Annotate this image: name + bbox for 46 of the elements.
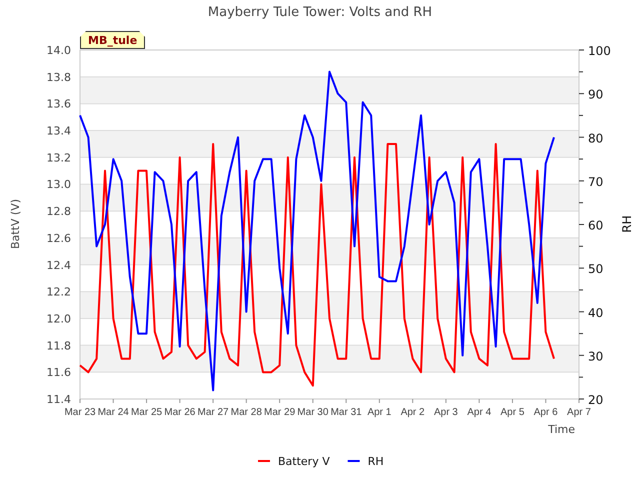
y-tick-label: 12.2 xyxy=(46,286,71,299)
y-tick-label: 13.4 xyxy=(46,124,71,138)
y-tick-label: 12.8 xyxy=(46,205,71,218)
y2-tick-label: 80 xyxy=(588,131,604,146)
y2-axis-label: RH xyxy=(620,215,634,233)
x-tick-label: Mar 30 xyxy=(297,407,328,418)
y-axis-label: BattV (V) xyxy=(9,198,22,250)
y-tick-label: 13.6 xyxy=(46,98,71,111)
legend-label: RH xyxy=(368,455,384,468)
x-tick-label: Apr 2 xyxy=(400,407,425,418)
x-tick-label: Mar 27 xyxy=(198,407,229,418)
y2-tick-label: 30 xyxy=(588,349,604,364)
y-tick-label: 13.8 xyxy=(46,70,71,84)
y-tick-label: 11.4 xyxy=(46,393,71,406)
x-tick-label: Apr 6 xyxy=(534,407,558,418)
y2-tick-label: 40 xyxy=(588,306,604,320)
y-tick-label: 13.2 xyxy=(46,151,71,164)
x-axis-label: Time xyxy=(548,423,575,436)
x-tick-label: Mar 29 xyxy=(264,407,296,418)
chart-title: Mayberry Tule Tower: Volts and RH xyxy=(208,5,432,20)
y2-tick-label: 100 xyxy=(588,44,611,58)
legend-label: Battery V xyxy=(278,455,330,468)
y2-tick-label: 20 xyxy=(588,393,604,407)
x-tick-label: Mar 31 xyxy=(330,407,362,418)
x-tick-label: Apr 7 xyxy=(567,407,591,418)
x-tick-label: Apr 5 xyxy=(500,407,524,418)
x-tick-label: Mar 26 xyxy=(164,407,196,418)
y-tick-label: 14.0 xyxy=(46,44,71,57)
x-tick-label: Mar 28 xyxy=(230,407,262,418)
y-tick-label: 12.0 xyxy=(46,312,71,326)
y2-tick-label: 70 xyxy=(588,174,604,189)
y-tick-label: 11.8 xyxy=(46,339,71,352)
y2-tick-label: 50 xyxy=(588,262,604,276)
x-tick-label: Apr 1 xyxy=(367,407,392,418)
x-tick-label: Apr 4 xyxy=(467,407,492,418)
y-tick-label: 13.0 xyxy=(46,178,71,192)
x-tick-label: Apr 3 xyxy=(434,407,458,418)
x-tick-label: Mar 24 xyxy=(98,407,129,418)
y-tick-label: 11.6 xyxy=(46,366,71,380)
x-tick-label: Mar 25 xyxy=(130,407,162,418)
station-badge: MB_tule xyxy=(80,31,146,49)
y2-tick-label: 60 xyxy=(588,218,604,232)
y2-tick-label: 90 xyxy=(588,88,604,102)
x-tick-label: Mar 23 xyxy=(64,407,96,418)
y-tick-label: 12.4 xyxy=(46,258,71,272)
y-tick-label: 12.6 xyxy=(46,232,71,245)
